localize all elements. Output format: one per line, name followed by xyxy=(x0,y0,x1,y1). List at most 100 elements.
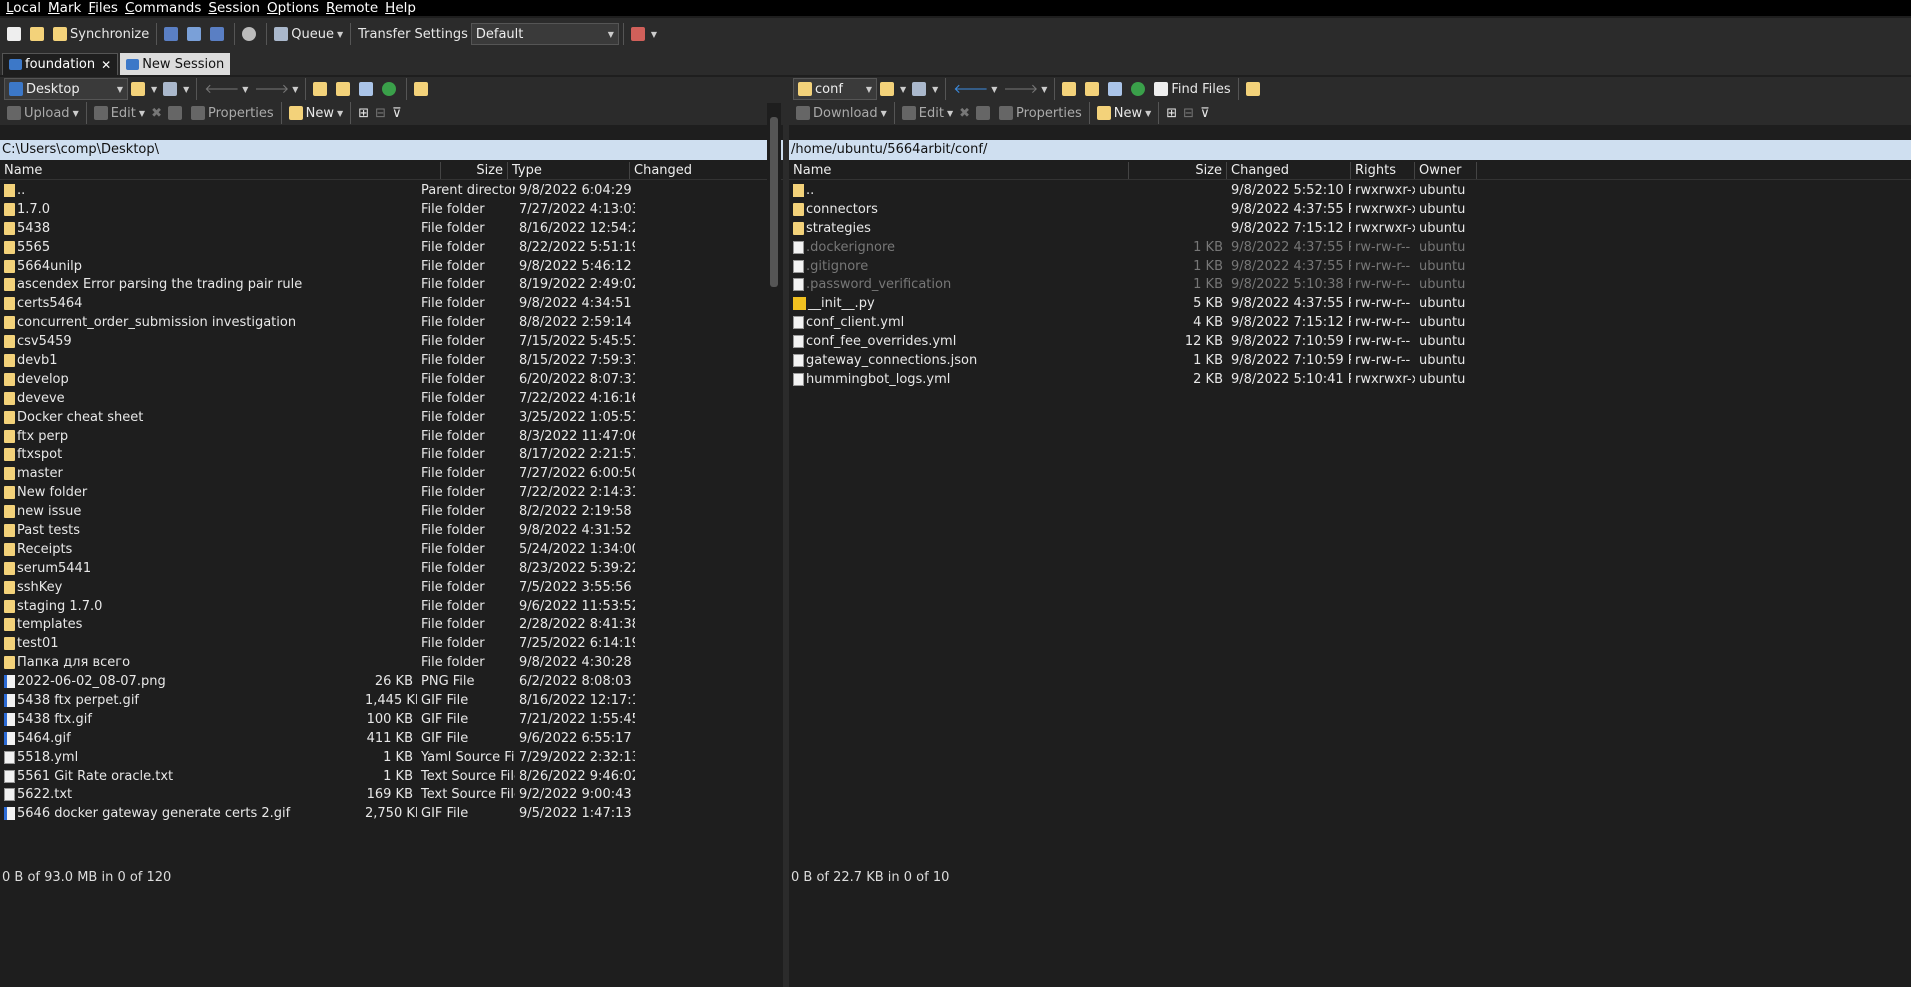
list-item[interactable]: 5438 ftx perpet.gif 1,445 KBGIF File 8/16/… xyxy=(0,691,783,710)
new-button[interactable]: New ▼ xyxy=(1094,101,1155,125)
list-item[interactable]: New folder File folder 7/22/2022 2:14:31 .… xyxy=(0,483,783,502)
edit-button[interactable]: Edit ▼ xyxy=(899,101,956,125)
synchronize-button[interactable]: Synchronize xyxy=(50,22,152,46)
close-icon[interactable]: ✕ xyxy=(101,58,111,72)
remote-path-bar[interactable]: /home/ubuntu/5664arbit/conf/ xyxy=(789,140,1911,160)
forward-button[interactable]: 🡒 ▼ xyxy=(251,77,301,101)
filter-select-button[interactable]: ⊽ xyxy=(1197,101,1213,125)
back-button[interactable]: 🡐 ▼ xyxy=(950,77,1000,101)
select-all-button[interactable]: ⊞ xyxy=(1163,101,1180,125)
open-directory-button[interactable]: ▼ xyxy=(877,77,909,101)
list-item[interactable]: Папка для всего File folder 9/8/2022 4:30:… xyxy=(0,653,783,672)
local-scrollbar[interactable] xyxy=(767,103,781,789)
upload-button[interactable]: Upload ▼ xyxy=(4,101,82,125)
filter-button[interactable]: ▼ xyxy=(909,77,941,101)
list-item[interactable]: ftx perp File folder 8/3/2022 11:47:06 ... xyxy=(0,427,783,446)
menu-help[interactable]: Help xyxy=(385,0,416,16)
list-item[interactable]: conf_fee_overrides.yml 12 KB 9/8/2022 7:10… xyxy=(789,332,1911,351)
delete-button[interactable]: ✖ xyxy=(956,101,973,125)
column-header-size[interactable]: Size xyxy=(1129,162,1227,179)
menu-options[interactable]: Options xyxy=(267,0,319,16)
list-item[interactable]: hummingbot_logs.yml 2 KB 9/8/2022 5:10:41 … xyxy=(789,370,1911,389)
list-item[interactable]: Receipts File folder 5/24/2022 1:34:00 ... xyxy=(0,540,783,559)
list-item[interactable]: test01 File folder 7/25/2022 6:14:19 ... xyxy=(0,634,783,653)
root-directory-button[interactable] xyxy=(333,77,356,101)
column-header-size[interactable]: Size xyxy=(441,162,508,179)
list-item[interactable]: master File folder 7/27/2022 6:00:50 ... xyxy=(0,464,783,483)
column-header-name[interactable]: Name xyxy=(789,162,1129,179)
preferences-button[interactable] xyxy=(239,22,262,46)
list-item[interactable]: 5646 docker gateway generate certs 2.gif… xyxy=(0,804,783,823)
list-item[interactable]: Docker cheat sheet File folder 3/25/2022 1… xyxy=(0,408,783,427)
forward-button[interactable]: 🡒 ▼ xyxy=(1000,77,1050,101)
edit-button[interactable]: Edit ▼ xyxy=(91,101,148,125)
home-button[interactable] xyxy=(1105,77,1128,101)
menu-files[interactable]: Files xyxy=(88,0,118,16)
local-path-bar[interactable]: C:\Users\comp\Desktop\ xyxy=(0,140,783,160)
list-item[interactable]: devb1 File folder 8/15/2022 7:59:37 ... xyxy=(0,351,783,370)
list-item[interactable]: 5464.gif 411 KB GIF File 9/6/2022 6:55:17 P… xyxy=(0,729,783,748)
list-item[interactable]: templates File folder 2/28/2022 8:41:38 ..… xyxy=(0,615,783,634)
list-item[interactable]: .gitignore 1 KB 9/8/2022 4:37:55 PMrw-rw-r… xyxy=(789,257,1911,276)
tree-button[interactable] xyxy=(411,77,434,101)
list-item[interactable]: ftxspot File folder 8/17/2022 2:21:57 ... xyxy=(0,445,783,464)
list-item[interactable]: sshKey File folder 7/5/2022 3:55:56 P... xyxy=(0,578,783,597)
remote-location-select[interactable]: conf ▼ xyxy=(793,78,877,100)
parent-directory-button[interactable] xyxy=(310,77,333,101)
column-header-type[interactable]: Type xyxy=(508,162,630,179)
menu-mark[interactable]: Mark xyxy=(48,0,81,16)
tab-new-session[interactable]: New Session xyxy=(120,53,231,75)
refresh-button[interactable] xyxy=(379,77,402,101)
column-header-changed[interactable]: Changed xyxy=(630,162,781,179)
console-button[interactable] xyxy=(161,22,184,46)
list-item[interactable]: csv5459 File folder 7/15/2022 5:45:51 ... xyxy=(0,332,783,351)
list-item[interactable]: 5622.txt 169 KB Text Source File 9/2/2022 9… xyxy=(0,786,783,805)
tab-foundation[interactable]: foundation ✕ xyxy=(2,53,119,75)
back-button[interactable]: 🡐 ▼ xyxy=(201,77,251,101)
list-item[interactable]: .. 9/8/2022 5:52:10 PMrwxrwxr-xubuntu xyxy=(789,181,1911,200)
list-item[interactable]: ascendex Error parsing the trading pair … xyxy=(0,275,783,294)
new-tab-button[interactable] xyxy=(4,22,27,46)
list-item[interactable]: Past tests File folder 9/8/2022 4:31:52 P.… xyxy=(0,521,783,540)
menu-session[interactable]: Session xyxy=(208,0,260,16)
list-item[interactable]: 5518.yml 1 KB Yaml Source File7/29/2022 2:… xyxy=(0,748,783,767)
column-header-changed[interactable]: Changed xyxy=(1227,162,1351,179)
list-item[interactable]: 5438 ftx.gif 100 KB GIF File 7/21/2022 1:55… xyxy=(0,710,783,729)
rename-button[interactable] xyxy=(973,101,996,125)
extensions-button[interactable]: ▼ xyxy=(628,22,660,46)
refresh-button[interactable] xyxy=(1128,77,1151,101)
list-item[interactable]: concurrent_order_submission investigatio… xyxy=(0,313,783,332)
properties-button[interactable]: Properties xyxy=(996,101,1085,125)
open-directory-button[interactable]: ▼ xyxy=(128,77,160,101)
home-button[interactable] xyxy=(356,77,379,101)
scrollbar-thumb[interactable] xyxy=(770,117,778,287)
find-files-button[interactable]: Find Files xyxy=(1151,77,1233,101)
list-item[interactable]: 5664unilp File folder 9/8/2022 5:46:12 P..… xyxy=(0,257,783,276)
list-item[interactable]: 5561 Git Rate oracle.txt 1 KB Text Source … xyxy=(0,767,783,786)
compare-button[interactable] xyxy=(27,22,50,46)
list-item[interactable]: deveve File folder 7/22/2022 4:16:16 ... xyxy=(0,389,783,408)
unselect-button[interactable]: ⊟ xyxy=(1180,101,1197,125)
list-item[interactable]: 2022-06-02_08-07.png 26 KB PNG File 6/2/202… xyxy=(0,672,783,691)
column-header-rights[interactable]: Rights xyxy=(1351,162,1415,179)
list-item[interactable]: new issue File folder 8/2/2022 2:19:58 P..… xyxy=(0,502,783,521)
parent-directory-button[interactable] xyxy=(1059,77,1082,101)
column-header-name[interactable]: Name xyxy=(0,162,441,179)
filter-select-button[interactable]: ⊽ xyxy=(389,101,405,125)
list-item[interactable]: 1.7.0 File folder 7/27/2022 4:13:03 ... xyxy=(0,200,783,219)
unselect-button[interactable]: ⊟ xyxy=(372,101,389,125)
rename-button[interactable] xyxy=(165,101,188,125)
list-item[interactable]: .dockerignore 1 KB 9/8/2022 4:37:55 PMrw-r… xyxy=(789,238,1911,257)
list-item[interactable]: gateway_connections.json 1 KB 9/8/2022 7:1… xyxy=(789,351,1911,370)
list-item[interactable]: 5438 File folder 8/16/2022 12:54:2... xyxy=(0,219,783,238)
menu-remote[interactable]: Remote xyxy=(326,0,378,16)
menu-local[interactable]: Local xyxy=(6,0,41,16)
list-item[interactable]: develop File folder 6/20/2022 8:07:31 ... xyxy=(0,370,783,389)
list-item[interactable]: serum5441 File folder 8/23/2022 5:39:22 ..… xyxy=(0,559,783,578)
list-item[interactable]: connectors 9/8/2022 4:37:55 PMrwxrwxr-xub… xyxy=(789,200,1911,219)
local-location-select[interactable]: Desktop ▼ xyxy=(4,78,128,100)
new-button[interactable]: New ▼ xyxy=(286,101,347,125)
list-item[interactable]: certs5464 File folder 9/8/2022 4:34:51 P..… xyxy=(0,294,783,313)
terminal-button[interactable] xyxy=(184,22,207,46)
list-item[interactable]: .. Parent directory9/8/2022 6:04:29 P... xyxy=(0,181,783,200)
